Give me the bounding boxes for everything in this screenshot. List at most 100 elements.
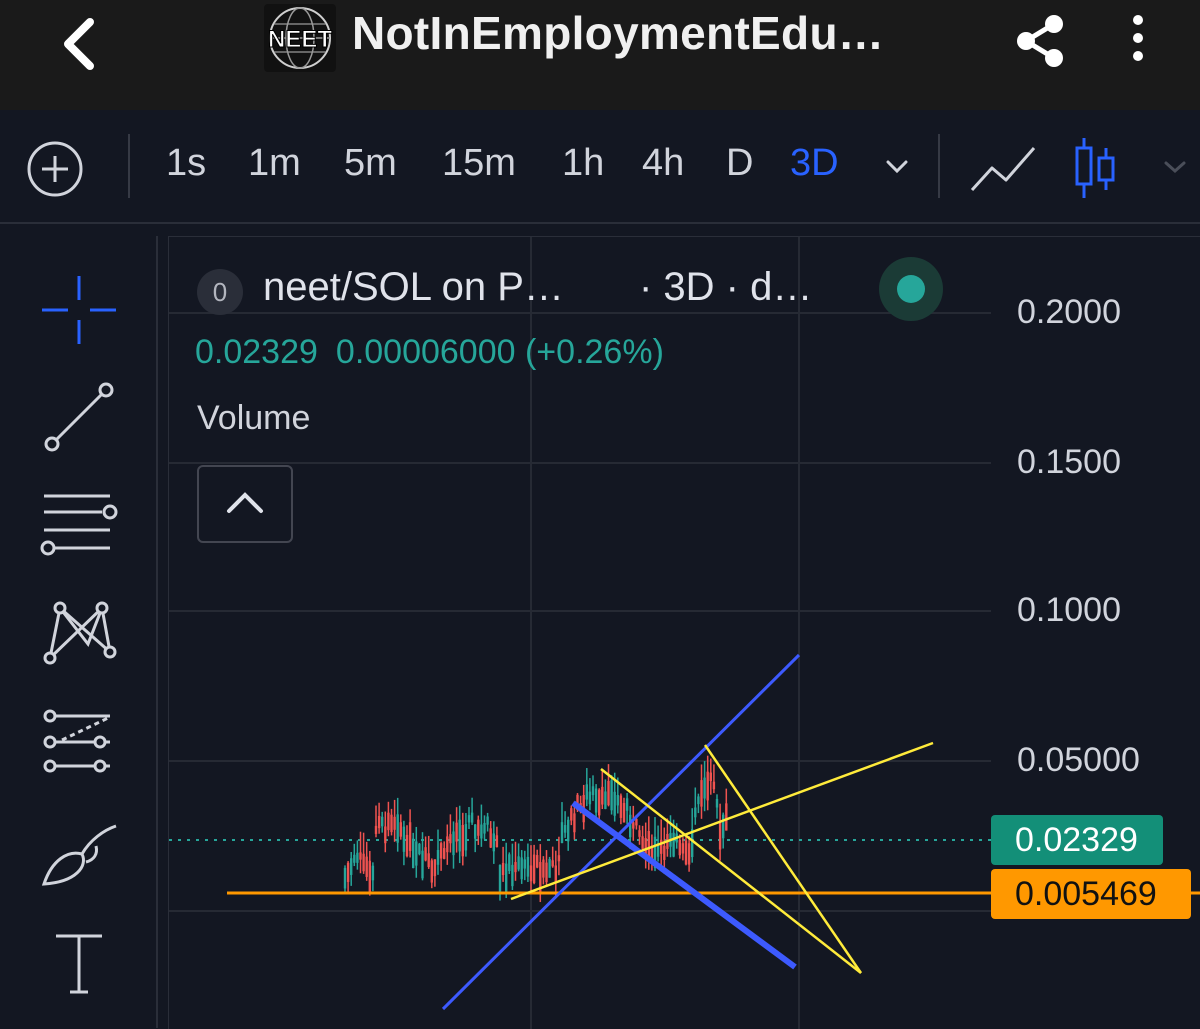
trend-line-yellow — [600, 768, 862, 974]
interval-1m[interactable]: 1m — [248, 142, 301, 185]
interval-1s[interactable]: 1s — [166, 142, 206, 185]
toolbar-divider — [938, 134, 940, 198]
neet-logo: NEET — [264, 4, 336, 72]
candle-body — [638, 830, 641, 837]
candle-body — [483, 822, 486, 834]
candle-body — [343, 867, 347, 889]
candle-body — [505, 863, 508, 893]
candle-body — [387, 812, 390, 831]
price-axis-label: 0.2000 — [1017, 293, 1121, 331]
candle-body — [604, 791, 607, 809]
candle-body — [523, 859, 526, 869]
interval-15m[interactable]: 15m — [442, 142, 516, 185]
text-tool-icon[interactable] — [38, 926, 120, 1002]
chevron-down-icon[interactable] — [1160, 154, 1190, 180]
chart-pane[interactable]: 0 neet/SOL on P… · 3D · d… 0.02329 0.0000… — [168, 236, 1200, 1029]
brush-icon[interactable] — [38, 820, 120, 896]
candle-body — [712, 781, 716, 790]
candle-body — [412, 838, 415, 868]
symbol-interval: · 3D · d… — [639, 265, 813, 309]
market-status-icon[interactable] — [879, 257, 943, 321]
toolbar-divider — [128, 134, 130, 198]
legend-values: 0.02329 0.00006000 (+0.26%) — [195, 333, 682, 372]
chevron-down-icon[interactable] — [880, 152, 914, 182]
candle-body — [489, 828, 492, 848]
candle-body — [443, 848, 446, 859]
interval-1h[interactable]: 1h — [562, 142, 604, 185]
candle-body — [536, 855, 539, 868]
interval-d[interactable]: D — [726, 142, 753, 185]
candle-body — [365, 856, 368, 877]
candle-body — [694, 807, 697, 818]
price-axis-label: 0.1500 — [1017, 443, 1121, 481]
candle-body — [598, 789, 601, 816]
candle-body — [678, 839, 681, 856]
candle-body — [415, 841, 418, 866]
candle-body — [616, 795, 619, 806]
interval-3d[interactable]: 3D — [790, 142, 839, 185]
candle-body — [588, 791, 592, 805]
candle-body — [532, 854, 536, 884]
candle-body — [700, 780, 703, 807]
candle-body — [554, 865, 557, 883]
candle-body — [458, 819, 461, 852]
candle-body — [449, 834, 452, 844]
candle-body — [625, 798, 629, 811]
candle-body — [390, 814, 393, 833]
candle-body — [663, 845, 666, 860]
collapse-legend-button[interactable] — [197, 465, 293, 543]
candle-body — [362, 853, 365, 872]
candle-body — [350, 858, 353, 875]
candle-body — [452, 831, 455, 856]
candle-body — [511, 864, 514, 887]
symbol-title[interactable]: neet/SOL on P… — [263, 265, 564, 310]
candlestick-chart-icon[interactable] — [1070, 134, 1120, 202]
candle-body — [641, 836, 644, 849]
candle-body — [718, 821, 722, 850]
candle-body — [632, 822, 635, 829]
candle-body — [464, 824, 468, 851]
candle-body — [433, 859, 437, 877]
candle-body — [610, 780, 613, 811]
more-vertical-icon[interactable] — [1120, 10, 1156, 72]
line-chart-icon[interactable] — [968, 140, 1040, 196]
candle-body — [619, 795, 623, 818]
trend-line-icon[interactable] — [38, 378, 120, 454]
chevron-up-icon — [227, 492, 263, 513]
candle-body — [684, 840, 688, 865]
legend-price: 0.02329 — [195, 333, 318, 371]
legend-badge: 0 — [197, 269, 243, 315]
share-icon[interactable] — [1010, 10, 1072, 72]
candle-body — [560, 822, 564, 843]
crosshair-icon[interactable] — [38, 272, 120, 348]
candle-body — [567, 819, 570, 842]
candle-body — [725, 803, 728, 831]
forecast-icon[interactable] — [38, 706, 120, 782]
candle-body — [545, 862, 548, 883]
interval-4h[interactable]: 4h — [642, 142, 684, 185]
candle-body — [467, 815, 471, 823]
price-axis-label: 0.05000 — [1017, 741, 1140, 779]
candle-body — [495, 835, 499, 848]
back-arrow-icon[interactable] — [48, 12, 112, 76]
candle-body — [384, 826, 387, 844]
candle-body — [563, 825, 567, 833]
candle-body — [542, 859, 545, 878]
candle-body — [359, 852, 362, 860]
candle-body — [697, 796, 700, 805]
fib-retracement-icon[interactable] — [38, 488, 120, 564]
legend-change: 0.00006000 (+0.26%) — [335, 333, 664, 371]
pattern-icon[interactable] — [38, 596, 120, 672]
candle-body — [629, 814, 632, 838]
candle-body — [346, 862, 350, 882]
interval-5m[interactable]: 5m — [344, 142, 397, 185]
candle-body — [672, 832, 675, 857]
add-circle-icon[interactable] — [26, 140, 84, 198]
candle-body — [573, 813, 576, 833]
candle-body — [455, 822, 458, 842]
candle-body — [613, 791, 616, 816]
candle-body — [368, 860, 371, 893]
candle-body — [446, 836, 449, 853]
candle-body — [715, 798, 719, 808]
candle-body — [635, 818, 638, 826]
